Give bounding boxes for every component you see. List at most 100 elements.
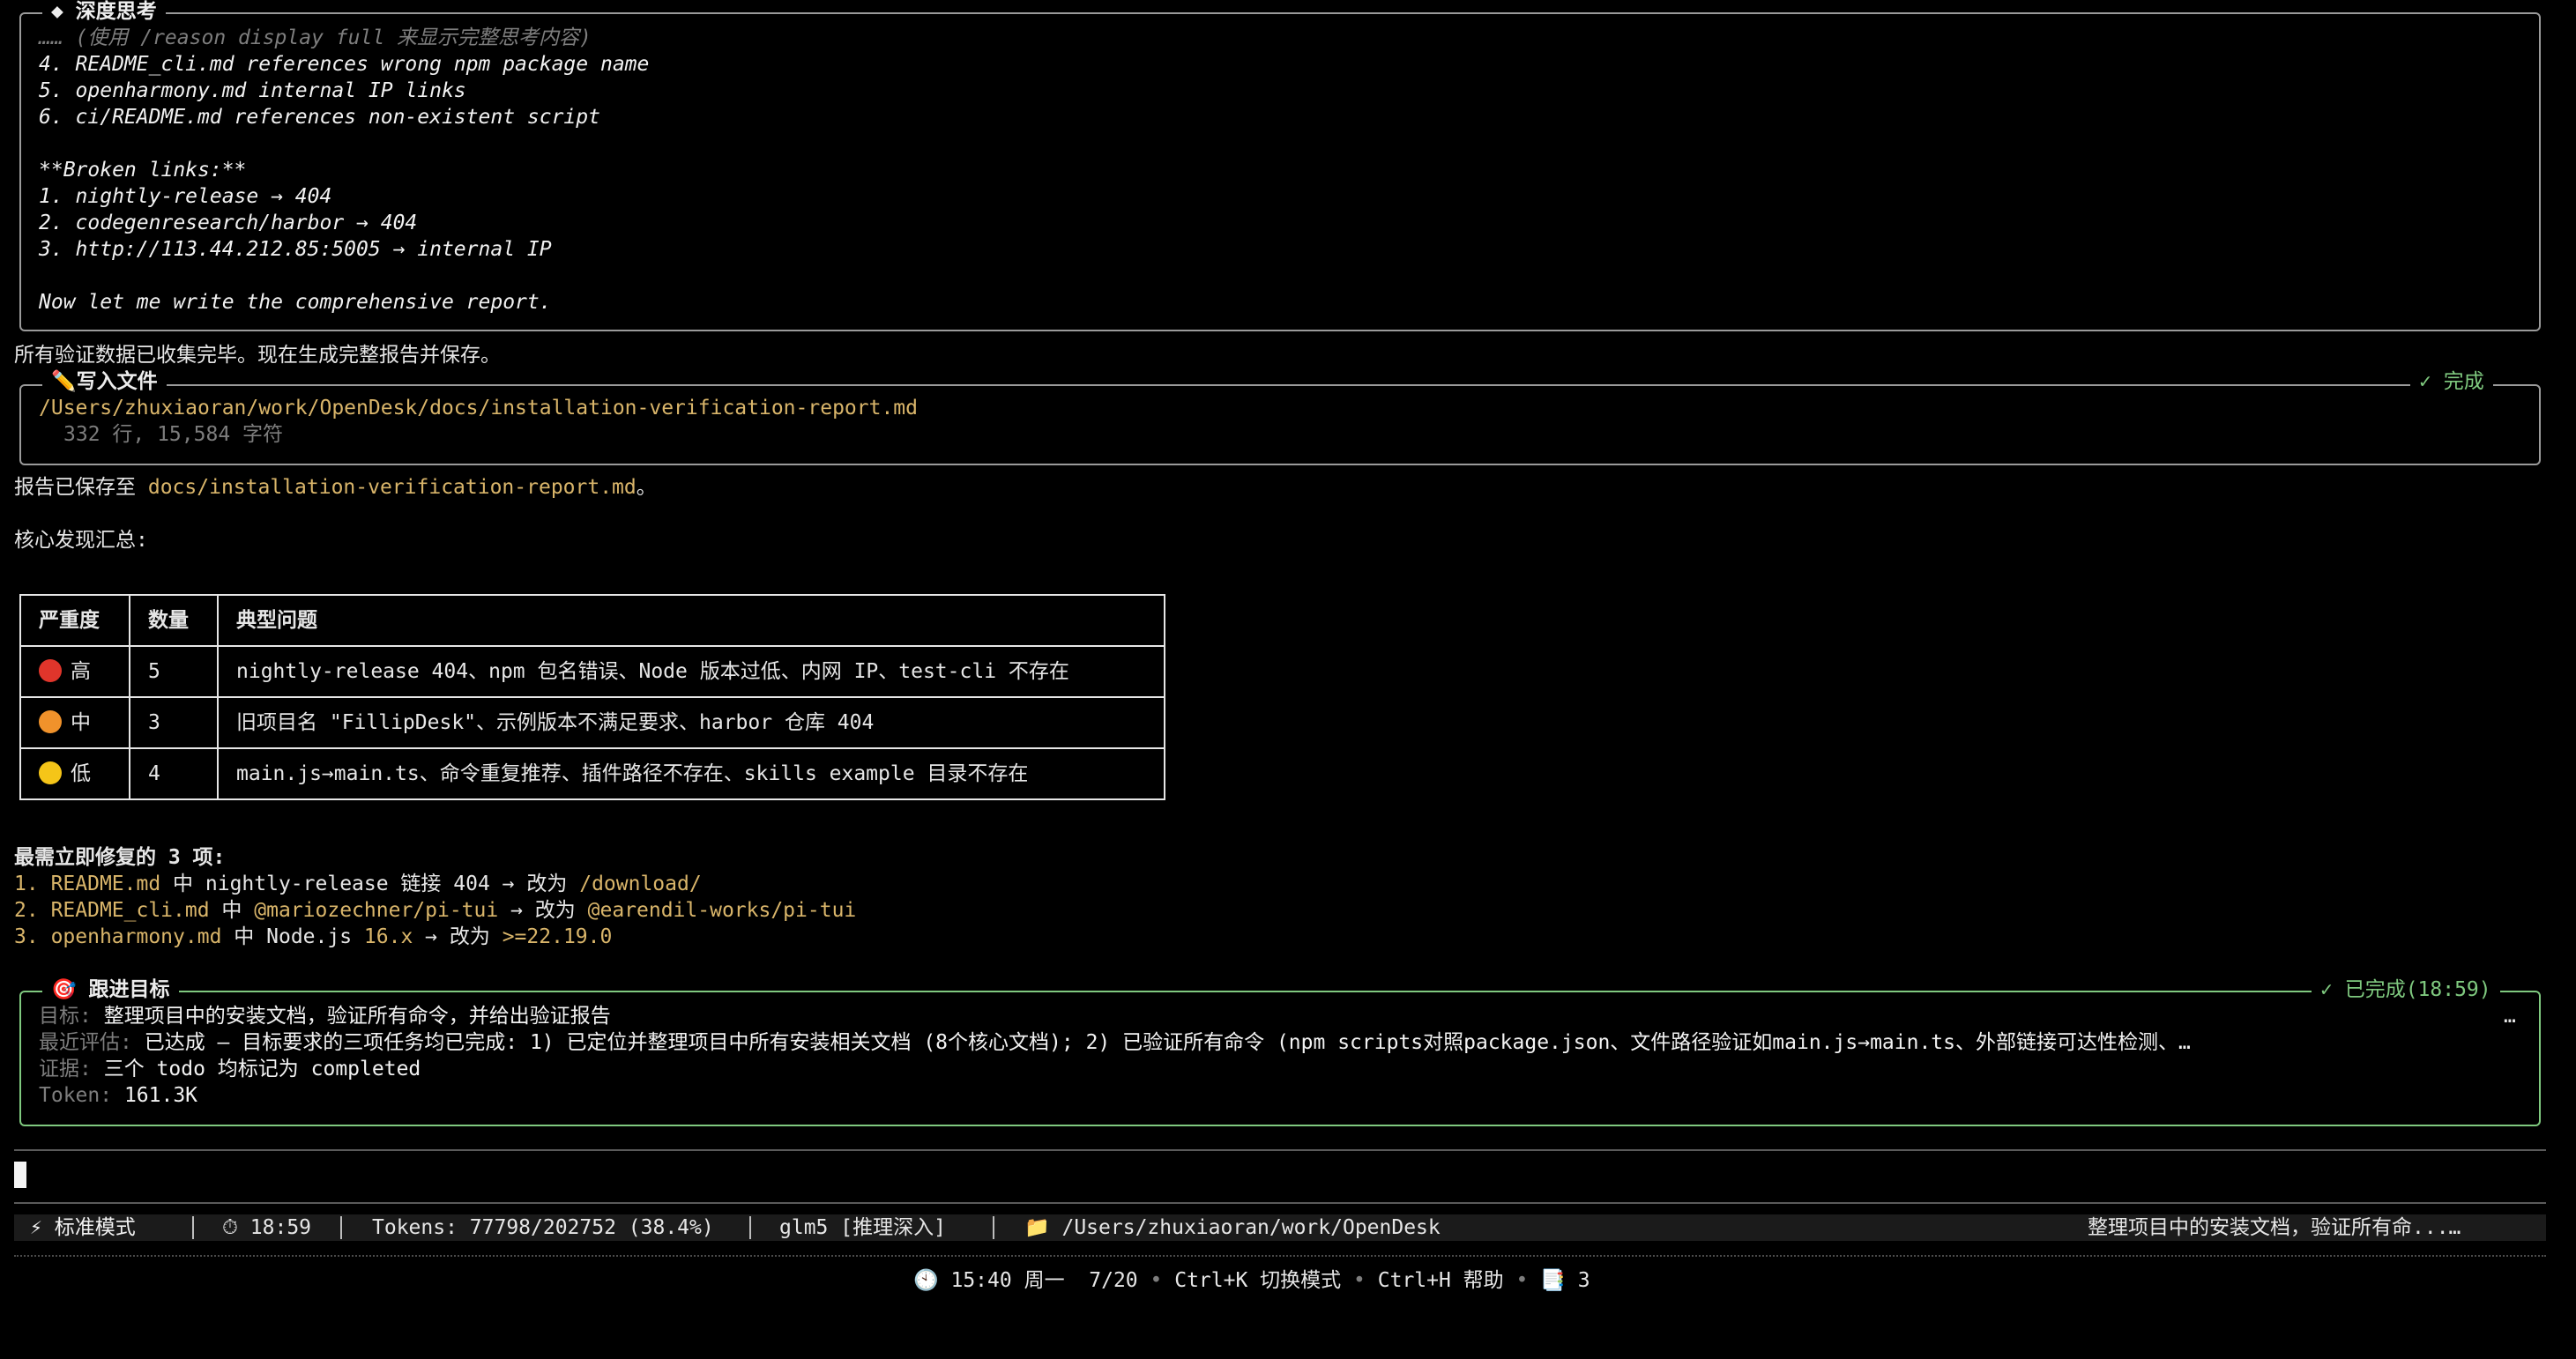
status-separator: [192, 1216, 194, 1239]
issue-cell: 旧项目名 "FillipDesk"、示例版本不满足要求、harbor 仓库 40…: [217, 696, 1165, 749]
footer-separator: •: [1353, 1269, 1366, 1292]
fix-code: @mariozechner/pi-tui: [254, 899, 499, 922]
fix-file[interactable]: README_cli.md: [51, 899, 210, 922]
fix-num: 1.: [14, 873, 39, 895]
fix-code: 16.x: [363, 925, 413, 948]
token-usage: Tokens: 77798/202752 (38.4%): [372, 1216, 714, 1239]
severity-cell: 中: [19, 696, 130, 749]
count-cell: 5: [129, 645, 219, 698]
input-top-divider: [14, 1149, 2546, 1151]
mode-indicator[interactable]: ⚡ 标准模式: [30, 1214, 136, 1241]
fix-file[interactable]: README.md: [51, 873, 161, 895]
goal-line: 目标: 整理项目中的安装文档，验证所有命令，并给出验证报告: [39, 1003, 611, 1029]
eval-line: 最近评估: 已达成 – 目标要求的三项任务均已完成: 1) 已定位并整理项目中所…: [39, 1029, 2523, 1056]
thinking-line: 3. http://113.44.212.85:5005 → internal …: [39, 238, 552, 261]
fix-text: 中 Node.js: [221, 925, 364, 948]
thinking-line: 6. ci/README.md references non-existent …: [39, 106, 600, 129]
fix-item: 1. README.md 中 nightly-release 链接 404 → …: [14, 871, 702, 897]
footer-separator: •: [1150, 1269, 1163, 1292]
fix-target: >=22.19.0: [502, 925, 613, 948]
fix-target: /download/: [579, 873, 702, 895]
severity-label: 高: [71, 660, 91, 683]
header-issue: 典型问题: [217, 594, 1165, 647]
thinking-hint: …… (使用 /reason display full 来显示完整思考内容): [39, 26, 592, 49]
token-label: Token:: [39, 1084, 113, 1107]
thinking-line: 4. README_cli.md references wrong npm pa…: [39, 53, 650, 76]
fix-file[interactable]: openharmony.md: [51, 925, 222, 948]
fix-text: → 改为: [498, 899, 588, 922]
evidence-line: 证据: 三个 todo 均标记为 completed: [39, 1056, 421, 1082]
count-cell: 3: [129, 696, 219, 749]
fix-item: 3. openharmony.md 中 Node.js 16.x → 改为 >=…: [14, 924, 612, 950]
write-file-title: ✏️写入文件: [42, 368, 167, 395]
thinking-panel-title: ◆ 深度思考: [42, 0, 166, 25]
orange-circle-icon: [39, 710, 62, 733]
header-count: 数量: [129, 594, 219, 647]
saved-prefix: 报告已保存至: [14, 476, 148, 499]
thinking-line: **Broken links:**: [39, 159, 247, 182]
status-bar: ⚡ 标准模式 ⏱ 18:59 Tokens: 77798/202752 (38.…: [14, 1214, 2546, 1241]
token-line: Token: 161.3K: [39, 1082, 197, 1109]
write-file-meta: 332 行, 15,584 字符: [63, 423, 284, 446]
thinking-line: Now let me write the comprehensive repor…: [39, 291, 552, 314]
evidence-text: 三个 todo 均标记为 completed: [91, 1058, 421, 1081]
table-row: 中 3 旧项目名 "FillipDesk"、示例版本不满足要求、harbor 仓…: [19, 696, 1165, 749]
yellow-circle-icon: [39, 761, 62, 784]
fix-target: @earendil-works/pi-tui: [587, 899, 857, 922]
severity-label: 低: [71, 762, 91, 785]
notification-count[interactable]: 📑 3: [1540, 1269, 1590, 1292]
footer-separator: •: [1515, 1269, 1529, 1292]
fix-item: 2. README_cli.md 中 @mariozechner/pi-tui …: [14, 897, 856, 924]
status-separator: [749, 1216, 751, 1239]
eval-text: 已达成 – 目标要求的三项任务均已完成: 1) 已定位并整理项目中所有安装相关文…: [131, 1031, 2191, 1054]
table-header-row: 严重度 数量 典型问题: [19, 594, 1165, 647]
severity-label: 中: [71, 711, 91, 734]
saved-suffix: 。: [636, 476, 657, 499]
collected-message: 所有验证数据已收集完毕。现在生成完整报告并保存。: [14, 344, 501, 367]
thinking-line: 1. nightly-release → 404: [39, 185, 332, 208]
count-cell: 4: [129, 747, 219, 800]
fix-text: 中 nightly-release 链接 404 → 改为: [160, 873, 580, 895]
input-cursor[interactable]: [14, 1162, 26, 1188]
write-file-path[interactable]: /Users/zhuxiaoran/work/OpenDesk/docs/ins…: [39, 395, 918, 421]
working-directory: 📁 /Users/zhuxiaoran/work/OpenDesk: [1024, 1216, 1441, 1239]
issue-cell: main.js→main.ts、命令重复推荐、插件路径不存在、skills ex…: [217, 747, 1165, 800]
fix-num: 3.: [14, 925, 39, 948]
fix-text: 中: [209, 899, 255, 922]
clock-display: 🕙 15:40 周一 7/20: [913, 1269, 1138, 1292]
status-separator: [340, 1216, 342, 1239]
saved-message: 报告已保存至 docs/installation-verification-re…: [14, 474, 657, 501]
status-separator: [993, 1216, 994, 1239]
goal-panel-status: ✓ 已完成(18:59): [2312, 977, 2500, 1003]
goal-truncation: …: [2504, 1005, 2516, 1028]
goal-label: 目标:: [39, 1005, 92, 1028]
severity-cell: 低: [19, 747, 130, 800]
table-row: 低 4 main.js→main.ts、命令重复推荐、插件路径不存在、skill…: [19, 747, 1165, 800]
footer-divider: [14, 1255, 2546, 1257]
severity-table: 严重度 数量 典型问题 高 5 nightly-release 404、npm …: [19, 594, 1165, 800]
goal-text: 整理项目中的安装文档，验证所有命令，并给出验证报告: [91, 1005, 611, 1028]
footer-bar: 🕙 15:40 周一 7/20 • Ctrl+K 切换模式 • Ctrl+H 帮…: [913, 1267, 1590, 1294]
switch-mode-hint[interactable]: Ctrl+K 切换模式: [1174, 1269, 1341, 1292]
fix-num: 2.: [14, 899, 39, 922]
severity-cell: 高: [19, 645, 130, 698]
issue-cell: nightly-release 404、npm 包名错误、Node 版本过低、内…: [217, 645, 1165, 698]
thinking-line: 2. codegenresearch/harbor → 404: [39, 212, 418, 234]
write-file-status: ✓ 完成: [2410, 368, 2493, 395]
header-severity: 严重度: [19, 594, 130, 647]
input-bottom-divider: [14, 1202, 2546, 1204]
saved-path[interactable]: docs/installation-verification-report.md: [148, 476, 637, 499]
table-row: 高 5 nightly-release 404、npm 包名错误、Node 版本…: [19, 645, 1165, 698]
summary-heading: 核心发现汇总:: [14, 529, 148, 552]
model-indicator[interactable]: glm5 [推理深入]: [779, 1214, 946, 1241]
thinking-line: 5. openharmony.md internal IP links: [39, 79, 466, 102]
token-text: 161.3K: [112, 1084, 198, 1107]
fix-heading: 最需立即修复的 3 项:: [14, 846, 226, 869]
fix-text: → 改为: [413, 925, 503, 948]
current-task: 整理项目中的安装文档，验证所有命...…: [2088, 1216, 2461, 1239]
help-hint[interactable]: Ctrl+H 帮助: [1378, 1269, 1504, 1292]
eval-label: 最近评估:: [39, 1031, 132, 1054]
goal-panel-title: 🎯 跟进目标: [42, 977, 179, 1003]
red-circle-icon: [39, 659, 62, 682]
evidence-label: 证据:: [39, 1058, 92, 1081]
